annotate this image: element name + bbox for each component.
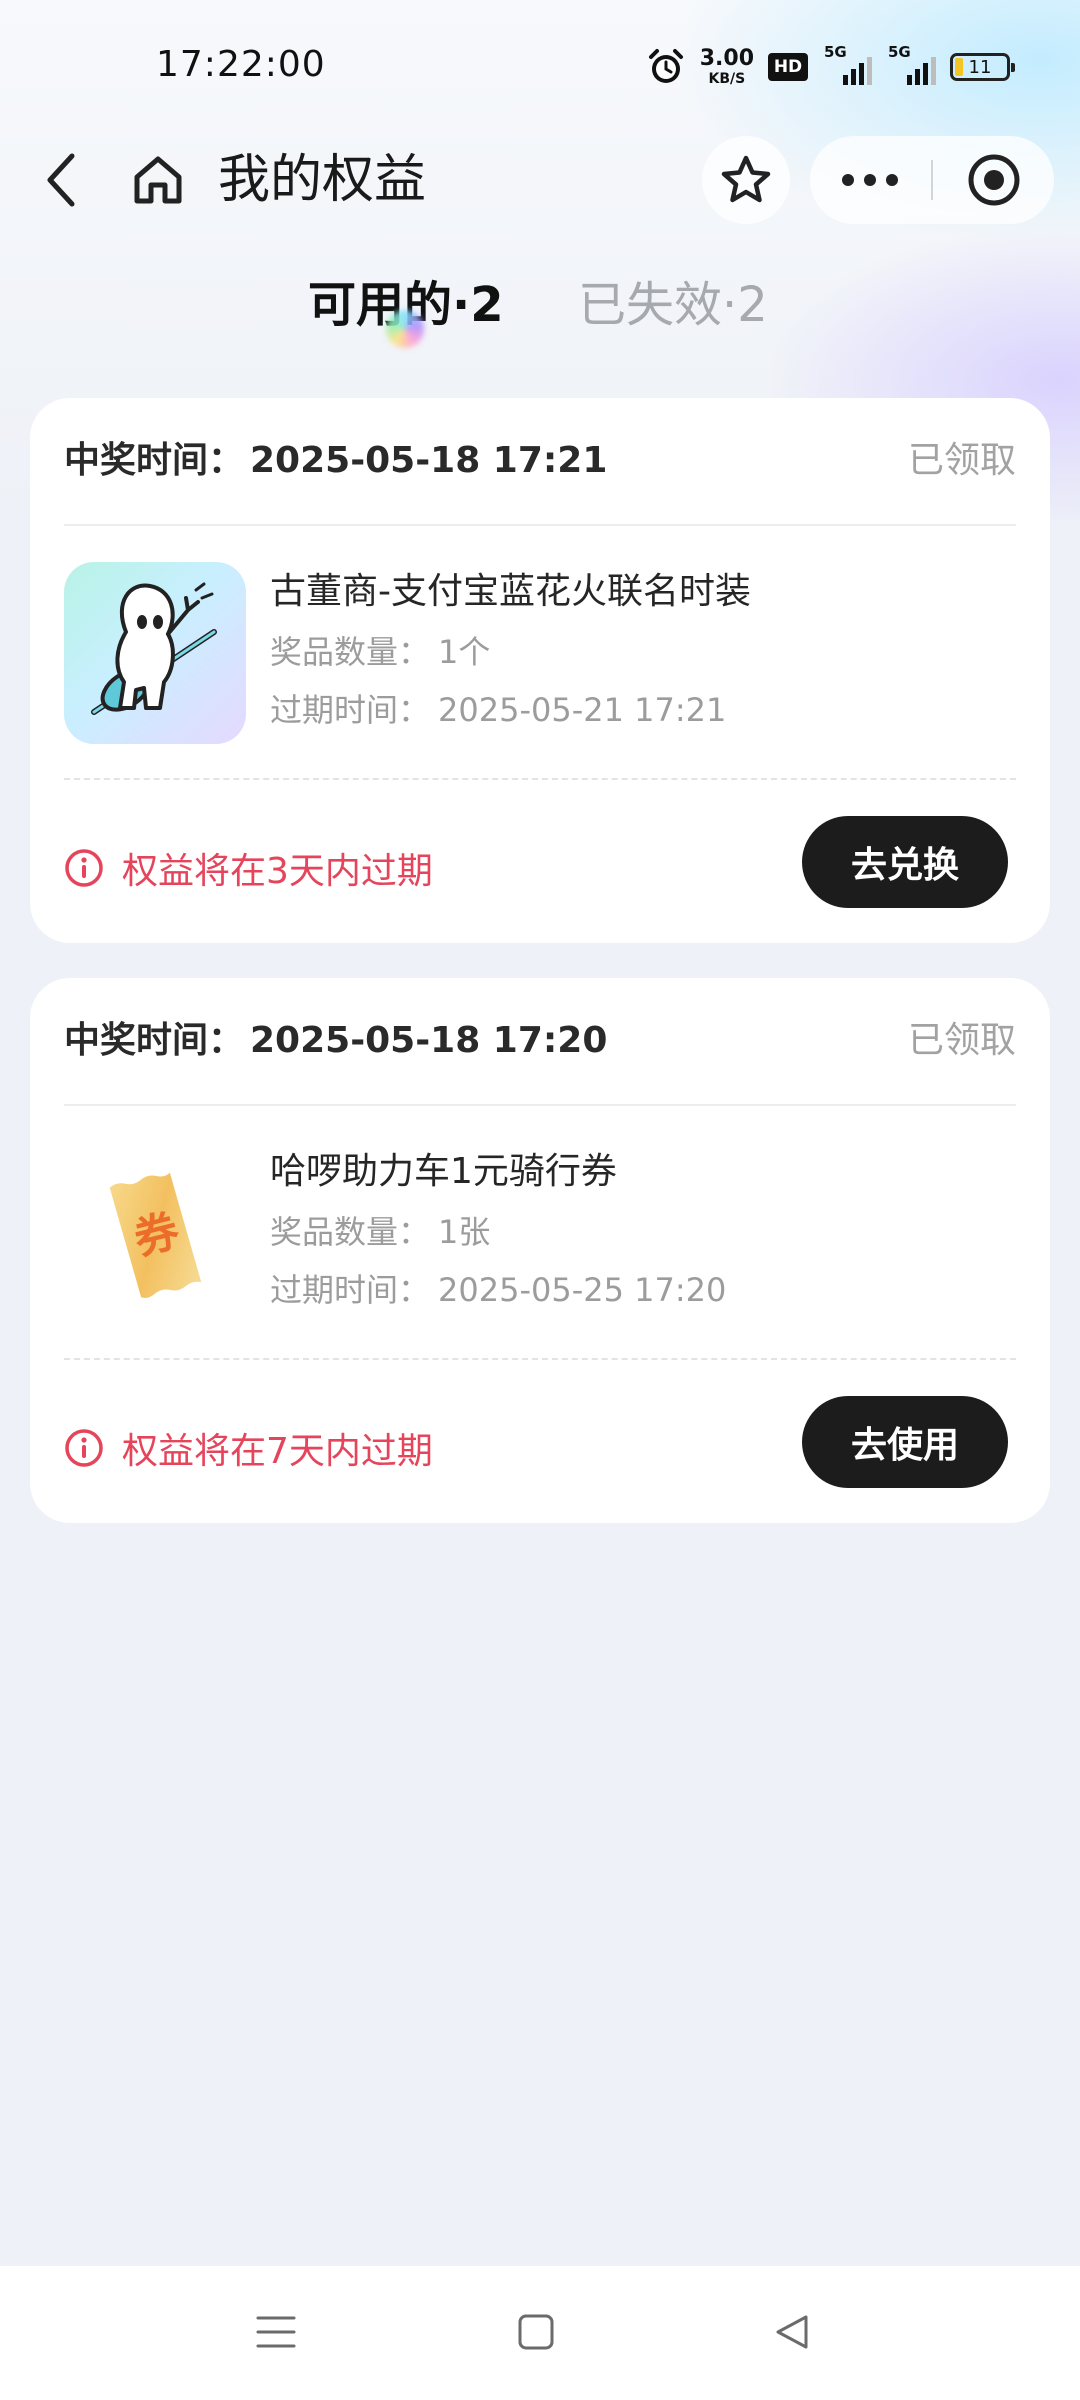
prize-expire-row: 过期时间： 2025-05-21 17:21	[270, 686, 726, 734]
card-divider	[64, 1358, 1016, 1360]
warning-text: 权益将在7天内过期	[122, 1431, 433, 1472]
expire-label: 过期时间：	[270, 1271, 431, 1309]
expiry-warning: 权益将在7天内过期	[64, 1418, 433, 1478]
system-home-button[interactable]	[496, 2292, 576, 2372]
quantity-value: 1张	[438, 1213, 491, 1251]
card-header: 中奖时间： 2025-05-18 17:21 已领取	[64, 398, 1016, 526]
claim-status: 已领取	[907, 1020, 1016, 1061]
favorite-button[interactable]	[702, 136, 790, 224]
page-title: 我的权益	[218, 150, 427, 210]
mini-program-capsule	[810, 136, 1054, 224]
net-speed: 3.00 KB/S	[699, 46, 754, 87]
square-icon	[518, 2314, 554, 2350]
win-time-label: 中奖时间：	[64, 440, 245, 481]
win-time-label: 中奖时间：	[64, 1020, 245, 1061]
benefit-card: 中奖时间： 2025-05-18 17:20 已领取 券 哈啰助力车1元骑行券 …	[30, 978, 1050, 1523]
alarm-icon	[648, 49, 683, 83]
battery-icon: 11	[950, 53, 1015, 81]
back-button[interactable]	[30, 150, 90, 210]
active-tab-indicator	[386, 310, 424, 348]
prize-name: 古董商-支付宝蓝花火联名时装	[270, 571, 751, 612]
system-back-button[interactable]	[752, 2292, 832, 2372]
close-mini-program-icon	[968, 154, 1020, 206]
prize-quantity-row: 奖品数量： 1张	[270, 1208, 490, 1256]
info-icon	[65, 1429, 103, 1467]
menu-icon	[256, 2316, 296, 2348]
home-icon	[134, 156, 182, 204]
quantity-label: 奖品数量：	[270, 633, 431, 671]
expire-value: 2025-05-25 17:20	[438, 1271, 727, 1309]
tab-bar: 可用的·2 已失效·2	[0, 270, 1080, 350]
expire-label: 过期时间：	[270, 691, 431, 729]
hd-icon: HD	[768, 53, 808, 81]
signal-icon: 5G	[886, 43, 936, 87]
warning-text: 权益将在3天内过期	[122, 851, 433, 892]
prize-expire-row: 过期时间： 2025-05-25 17:20	[270, 1266, 726, 1314]
prize-quantity-row: 奖品数量： 1个	[270, 628, 490, 676]
triangle-back-icon	[776, 2315, 808, 2349]
coupon-ticket-image: 券	[109, 1172, 202, 1298]
more-button[interactable]	[810, 136, 930, 224]
nav-bar: 我的权益	[0, 130, 1080, 230]
win-time-value: 2025-05-18 17:21	[250, 440, 608, 481]
claim-status: 已领取	[907, 440, 1016, 481]
recent-apps-button[interactable]	[236, 2292, 316, 2372]
prize-name: 哈啰助力车1元骑行券	[270, 1151, 617, 1192]
signal-icon: 5G	[822, 43, 872, 87]
win-time-value: 2025-05-18 17:20	[250, 1020, 608, 1061]
status-bar: 17:22:00 3.00 KB/S HD 5G 5G 11	[0, 0, 1080, 130]
mascot-guitar-image	[91, 582, 217, 715]
prize-image: 券	[64, 1142, 246, 1324]
star-icon	[721, 155, 771, 203]
card-header: 中奖时间： 2025-05-18 17:20 已领取	[64, 978, 1016, 1106]
quantity-value: 1个	[438, 633, 491, 671]
expire-value: 2025-05-21 17:21	[438, 691, 727, 729]
home-button[interactable]	[128, 150, 188, 210]
status-time: 17:22:00	[156, 44, 326, 85]
card-divider	[64, 778, 1016, 780]
quantity-label: 奖品数量：	[270, 1213, 431, 1251]
battery-level: 11	[968, 56, 992, 78]
use-button[interactable]: 去使用	[802, 1396, 1008, 1488]
expiry-warning: 权益将在3天内过期	[64, 838, 433, 898]
capsule-divider	[931, 160, 933, 200]
status-icons: 3.00 KB/S HD 5G 5G 11	[646, 42, 1015, 92]
info-icon	[65, 849, 103, 887]
prize-image	[64, 562, 246, 744]
net-speed-value: 3.00	[699, 46, 754, 71]
net-speed-unit: KB/S	[708, 71, 746, 87]
system-nav-bar	[0, 2266, 1080, 2400]
close-mini-program-button[interactable]	[934, 136, 1054, 224]
tab-expired[interactable]: 已失效·2	[578, 270, 768, 340]
benefit-card: 中奖时间： 2025-05-18 17:21 已领取 古董商-支付宝蓝花火联名时…	[30, 398, 1050, 943]
redeem-button[interactable]: 去兑换	[802, 816, 1008, 908]
more-icon	[842, 174, 898, 186]
back-icon	[47, 153, 75, 207]
